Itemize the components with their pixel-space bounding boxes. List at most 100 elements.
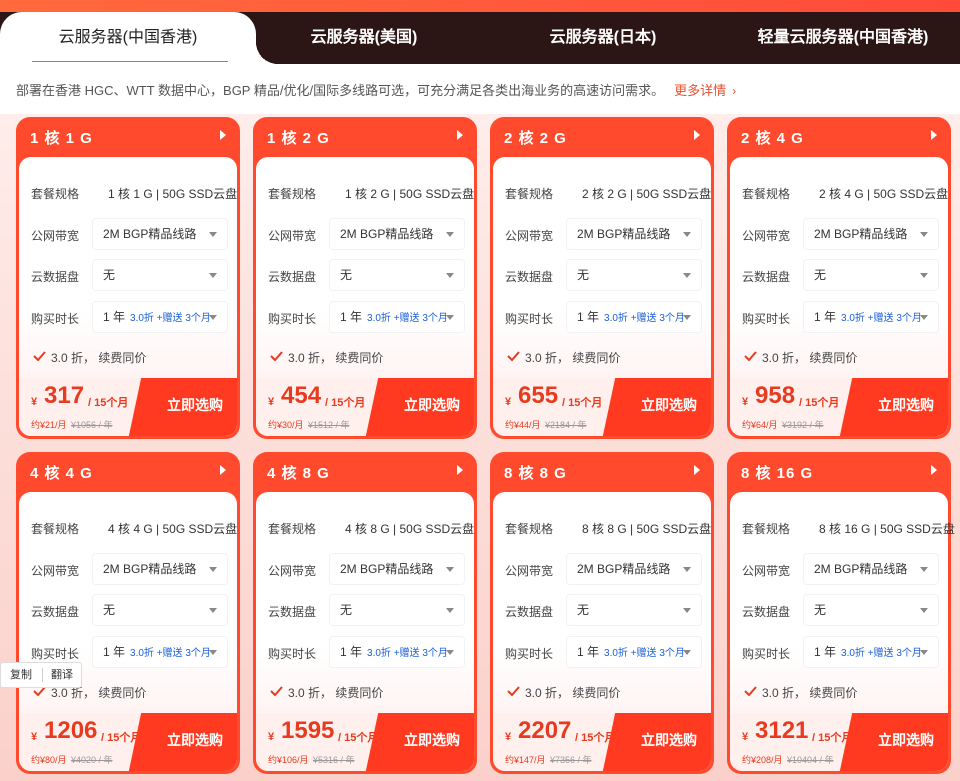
price-value: 2207 — [518, 717, 572, 744]
currency-symbol: ¥ — [268, 396, 275, 408]
caret-down-icon — [920, 567, 928, 572]
duration-select[interactable]: 1 年 3.0折 +赠送 3个月 — [330, 637, 464, 667]
checkmark-icon — [744, 351, 757, 361]
buy-now-label: 立即选购 — [641, 732, 697, 748]
buy-now-button[interactable]: 立即选购 — [388, 713, 474, 771]
translate-menu-item[interactable]: 翻译 — [51, 663, 73, 687]
disk-value: 无 — [577, 603, 590, 617]
price-unit: / 15个月 — [799, 397, 840, 409]
caret-down-icon — [920, 315, 928, 320]
currency-symbol: ¥ — [742, 396, 749, 408]
duration-select[interactable]: 1 年 3.0折 +赠送 3个月 — [93, 637, 227, 667]
bandwidth-select[interactable]: 2M BGP精品线路 — [804, 219, 938, 249]
play-arrow-icon[interactable] — [931, 465, 937, 475]
play-arrow-icon[interactable] — [694, 130, 700, 140]
caret-down-icon — [683, 273, 691, 278]
tab-cloud-server-usa[interactable]: 云服务器(美国) — [256, 12, 472, 64]
discount-note: 3.0 折， 续费同价 — [288, 686, 384, 700]
bandwidth-value: 2M BGP精品线路 — [814, 562, 908, 576]
tab-cloud-server-japan[interactable]: 云服务器(日本) — [490, 12, 716, 64]
disk-select[interactable]: 无 — [93, 595, 227, 625]
price-bar: ¥ 958 / 15个月 约¥64/月 ¥3192 / 年 立即选购 — [730, 378, 948, 436]
tab-label: 轻量云服务器(中国香港) — [757, 29, 929, 46]
plan-title: 8 核 16 G — [741, 465, 814, 482]
bandwidth-select[interactable]: 2M BGP精品线路 — [330, 554, 464, 584]
buy-now-button[interactable]: 立即选购 — [151, 713, 237, 771]
duration-select[interactable]: 1 年 3.0折 +赠送 3个月 — [93, 302, 227, 332]
duration-value: 1 年 — [103, 645, 126, 659]
duration-select[interactable]: 1 年 3.0折 +赠送 3个月 — [330, 302, 464, 332]
plan-card: 8 核 8 G 套餐规格 8 核 8 G | 50G SSD云盘 公网带宽 2M… — [490, 452, 714, 774]
disk-select[interactable]: 无 — [93, 260, 227, 290]
duration-select[interactable]: 1 年 3.0折 +赠送 3个月 — [804, 302, 938, 332]
buy-now-label: 立即选购 — [167, 732, 223, 748]
play-arrow-icon[interactable] — [220, 130, 226, 140]
spec-value: 1 核 2 G | 50G SSD云盘 — [345, 187, 475, 201]
play-arrow-icon[interactable] — [457, 465, 463, 475]
play-arrow-icon[interactable] — [931, 130, 937, 140]
duration-label: 购买时长 — [31, 647, 80, 661]
plan-title: 1 核 2 G — [267, 130, 330, 147]
tab-lightweight-server-hongkong[interactable]: 轻量云服务器(中国香港) — [726, 12, 960, 64]
plan-title: 8 核 8 G — [504, 465, 567, 482]
monthly-price: 约¥44/月 — [505, 420, 541, 430]
spec-value: 8 核 8 G | 50G SSD云盘 — [582, 522, 712, 536]
spec-label: 套餐规格 — [31, 522, 80, 536]
buy-now-label: 立即选购 — [878, 397, 934, 413]
disk-select[interactable]: 无 — [567, 595, 701, 625]
bandwidth-value: 2M BGP精品线路 — [577, 562, 671, 576]
price-bar: ¥ 1206 / 15个月 约¥80/月 ¥4020 / 年 立即选购 — [19, 713, 237, 771]
monthly-price: 约¥80/月 — [31, 755, 67, 765]
promo-text: 3.0折 +赠送 3个月 — [841, 648, 922, 659]
tab-label: 云服务器(日本) — [549, 29, 657, 46]
original-price: ¥1056 / 年 — [71, 420, 113, 430]
chevron-right-icon: › — [732, 84, 737, 98]
bandwidth-select[interactable]: 2M BGP精品线路 — [567, 554, 701, 584]
duration-value: 1 年 — [577, 645, 600, 659]
duration-select[interactable]: 1 年 3.0折 +赠送 3个月 — [567, 302, 701, 332]
tab-cloud-server-hongkong[interactable]: 云服务器(中国香港) — [0, 12, 278, 64]
duration-select[interactable]: 1 年 3.0折 +赠送 3个月 — [567, 637, 701, 667]
caret-down-icon — [446, 315, 454, 320]
caret-down-icon — [209, 273, 217, 278]
bandwidth-value: 2M BGP精品线路 — [340, 227, 434, 241]
original-price: ¥3192 / 年 — [782, 420, 824, 430]
bandwidth-select[interactable]: 2M BGP精品线路 — [93, 554, 227, 584]
disk-select[interactable]: 无 — [804, 595, 938, 625]
buy-now-button[interactable]: 立即选购 — [151, 378, 237, 436]
bandwidth-select[interactable]: 2M BGP精品线路 — [93, 219, 227, 249]
disk-label: 云数据盘 — [31, 270, 80, 284]
play-arrow-icon[interactable] — [457, 130, 463, 140]
disk-value: 无 — [340, 603, 353, 617]
buy-now-button[interactable]: 立即选购 — [388, 378, 474, 436]
monthly-price: 约¥147/月 — [505, 755, 546, 765]
bandwidth-select[interactable]: 2M BGP精品线路 — [330, 219, 464, 249]
plan-card: 2 核 2 G 套餐规格 2 核 2 G | 50G SSD云盘 公网带宽 2M… — [490, 117, 714, 439]
spec-label: 套餐规格 — [742, 522, 791, 536]
price-value: 1595 — [281, 717, 335, 744]
duration-select[interactable]: 1 年 3.0折 +赠送 3个月 — [804, 637, 938, 667]
buy-now-button[interactable]: 立即选购 — [625, 713, 711, 771]
buy-now-button[interactable]: 立即选购 — [862, 378, 948, 436]
disk-select[interactable]: 无 — [567, 260, 701, 290]
buy-now-button[interactable]: 立即选购 — [625, 378, 711, 436]
play-arrow-icon[interactable] — [694, 465, 700, 475]
bandwidth-select[interactable]: 2M BGP精品线路 — [804, 554, 938, 584]
caret-down-icon — [920, 273, 928, 278]
buy-now-button[interactable]: 立即选购 — [862, 713, 948, 771]
bandwidth-value: 2M BGP精品线路 — [103, 562, 197, 576]
play-arrow-icon[interactable] — [220, 465, 226, 475]
disk-select[interactable]: 无 — [330, 595, 464, 625]
disk-select[interactable]: 无 — [330, 260, 464, 290]
copy-menu-item[interactable]: 复制 — [10, 663, 32, 687]
disk-select[interactable]: 无 — [804, 260, 938, 290]
monthly-price: 约¥64/月 — [742, 420, 778, 430]
disk-label: 云数据盘 — [268, 270, 317, 284]
checkmark-icon — [507, 686, 520, 696]
bandwidth-select[interactable]: 2M BGP精品线路 — [567, 219, 701, 249]
caret-down-icon — [446, 273, 454, 278]
more-details-link[interactable]: 更多详情 › — [674, 83, 736, 98]
caret-down-icon — [920, 608, 928, 613]
duration-label: 购买时长 — [268, 647, 317, 661]
checkmark-icon — [33, 351, 46, 361]
